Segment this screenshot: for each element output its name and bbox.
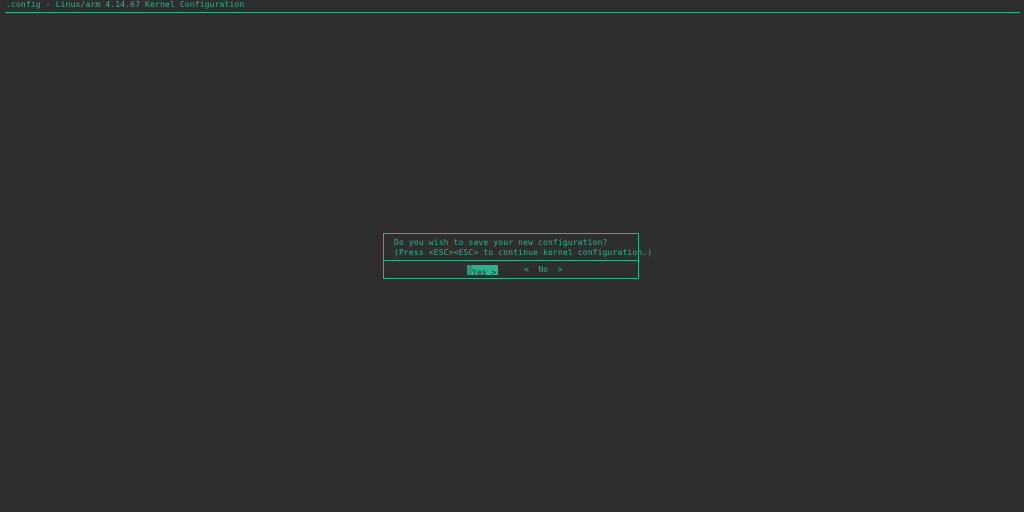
no-left-bracket: < (524, 265, 529, 274)
yes-button[interactable]: <Yes > (467, 265, 498, 277)
yes-right-bracket: > (491, 268, 497, 277)
no-label: No (538, 265, 549, 274)
dialog-divider (384, 260, 638, 261)
dialog-message: Do you wish to save your new configurati… (394, 238, 652, 257)
dialog-hint: (Press <ESC><ESC> to continue kernel con… (394, 247, 653, 257)
title-separator (5, 12, 1020, 13)
yes-label: Yes (472, 268, 487, 277)
no-right-bracket: > (557, 265, 563, 274)
cursor-block (467, 265, 472, 275)
dialog-question: Do you wish to save your new configurati… (394, 238, 608, 247)
window-title: .config - Linux/arm 4.14.67 Kernel Confi… (6, 0, 245, 9)
dialog-button-row: <Yes > < No > (384, 265, 638, 277)
save-config-dialog: Do you wish to save your new configurati… (383, 233, 652, 279)
no-button[interactable]: < No > (524, 265, 563, 275)
